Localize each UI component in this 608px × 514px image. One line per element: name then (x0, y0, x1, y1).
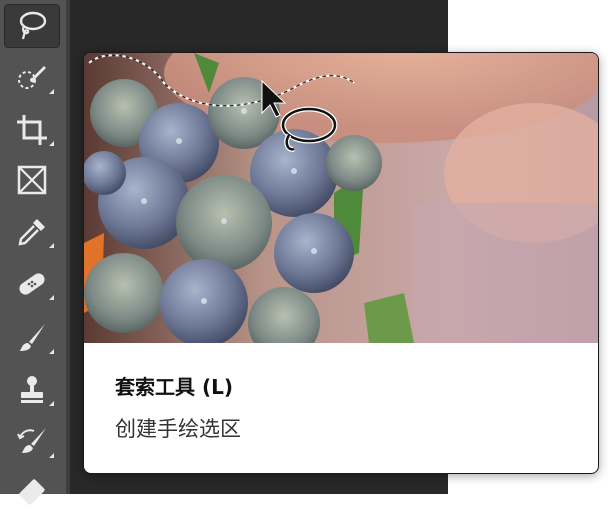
submenu-indicator (49, 141, 54, 146)
eyedropper-icon (18, 219, 45, 246)
brush-icon (20, 324, 45, 351)
eraser-icon (19, 479, 45, 505)
eraser-tool-button[interactable] (4, 470, 60, 514)
clone-stamp-tool-button[interactable] (4, 368, 60, 412)
brush-tool-button[interactable] (4, 316, 60, 360)
frame-tool-button[interactable] (4, 158, 60, 202)
submenu-indicator (49, 453, 54, 458)
frame-icon (17, 165, 47, 195)
submenu-indicator (49, 401, 54, 406)
lasso-icon (19, 11, 47, 40)
tooltip-description: 创建手绘选区 (115, 417, 241, 441)
tooltip-title: 套索工具 (L) (115, 375, 233, 399)
healing-brush-icon (19, 273, 45, 295)
clone-stamp-icon (21, 376, 43, 403)
submenu-indicator (49, 243, 54, 248)
rich-tooltip: 套索工具 (L) 创建手绘选区 (83, 52, 599, 474)
quick-selection-icon (18, 66, 46, 89)
tools-panel (0, 0, 66, 505)
lasso-tool-button[interactable] (4, 4, 60, 48)
tooltip-preview-image (84, 53, 598, 343)
quick-selection-tool-button[interactable] (4, 56, 60, 100)
submenu-indicator (49, 295, 54, 300)
crop-icon (17, 115, 47, 145)
healing-brush-tool-button[interactable] (4, 262, 60, 306)
crop-tool-button[interactable] (4, 108, 60, 152)
submenu-indicator (49, 349, 54, 354)
hydrangea-preview-illustration (84, 53, 598, 343)
eyedropper-tool-button[interactable] (4, 210, 60, 254)
submenu-indicator (49, 89, 54, 94)
history-brush-icon (17, 428, 46, 453)
history-brush-tool-button[interactable] (4, 420, 60, 464)
